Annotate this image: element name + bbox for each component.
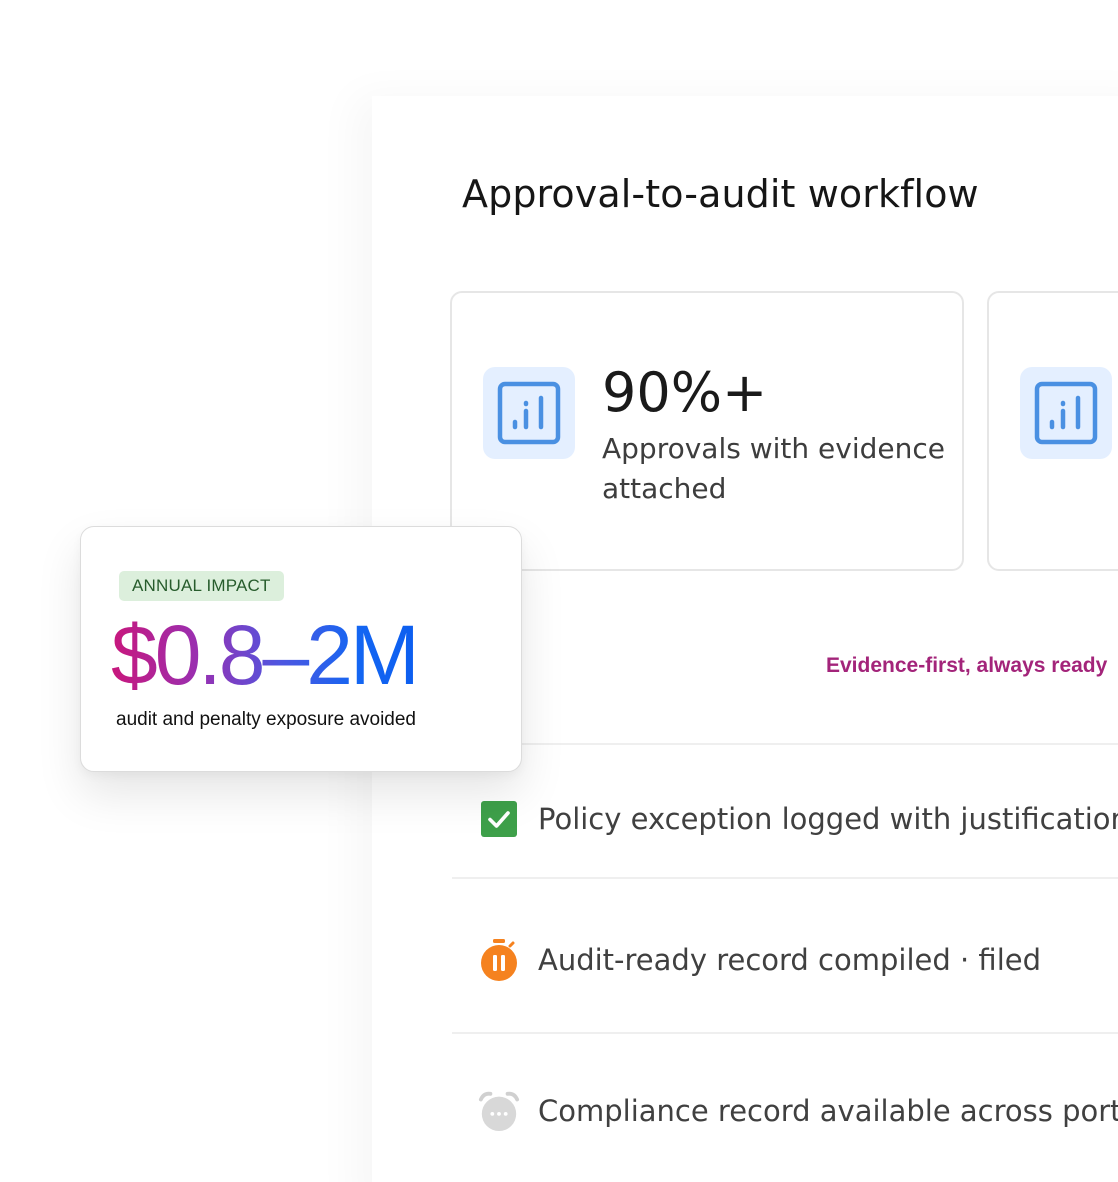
list-item-label: Policy exception logged with justificati… (538, 802, 1118, 836)
bar-chart-icon (483, 367, 575, 459)
panel-title: Approval-to-audit workflow (462, 172, 979, 216)
list-item: Audit-ready record compiled · filed (478, 938, 1041, 982)
checkbox-checked-icon (478, 798, 520, 840)
impact-badge: ANNUAL IMPACT (119, 571, 284, 601)
tagline: Evidence-first, always ready (826, 654, 1108, 677)
impact-card: ANNUAL IMPACT $0.8–2M audit and penalty … (80, 526, 522, 772)
stat-value: 90%+ (602, 361, 768, 424)
divider (452, 877, 1118, 879)
stat-card (987, 291, 1118, 571)
stage: Approval-to-audit workflow 90%+ Approval… (0, 0, 1118, 1182)
stopwatch-paused-icon (478, 939, 520, 981)
impact-subtitle: audit and penalty exposure avoided (116, 709, 417, 730)
bar-chart-icon (1020, 367, 1112, 459)
divider (452, 1032, 1118, 1034)
alarm-clock-pending-icon (478, 1090, 520, 1132)
stat-card: 90%+ Approvals with evidence attached (450, 291, 964, 571)
list-item: Compliance record available across portf… (478, 1089, 1118, 1133)
divider (452, 743, 1118, 745)
list-item-label: Compliance record available across portf… (538, 1094, 1118, 1128)
stat-label: Approvals with evidence attached (602, 432, 945, 505)
list-item: Policy exception logged with justificati… (478, 797, 1118, 841)
list-item-label: Audit-ready record compiled · filed (538, 943, 1041, 977)
impact-value: $0.8–2M (111, 608, 420, 702)
